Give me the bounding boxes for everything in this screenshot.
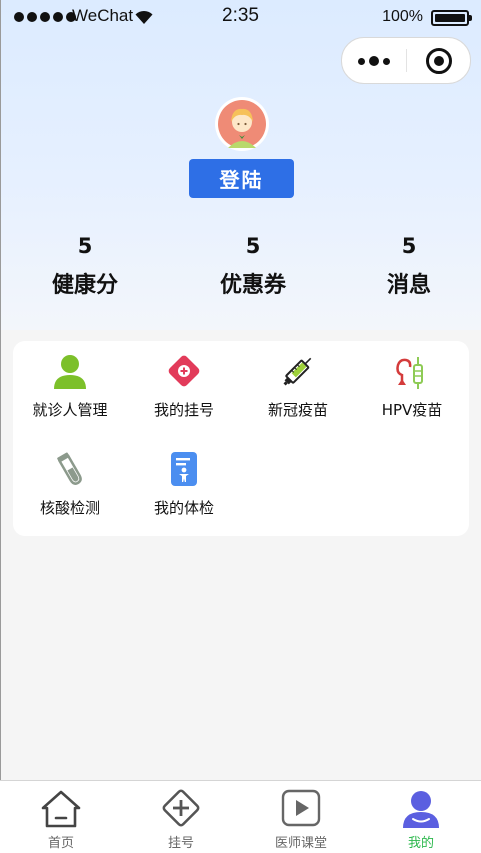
menu-item-label: 核酸检测 bbox=[39, 499, 100, 517]
play-icon bbox=[281, 789, 321, 827]
person-icon bbox=[54, 355, 86, 389]
menu-item-label: 我的挂号 bbox=[153, 401, 214, 419]
stat-value: 5 bbox=[401, 234, 417, 258]
tab-label: 我的 bbox=[407, 836, 434, 851]
menu-item-hpv-vaccine[interactable]: HPV疫苗 bbox=[355, 351, 469, 420]
service-menu-card: 就诊人管理 我的挂号 新冠疫苗 HPV疫苗 核酸检测 我的体检 bbox=[13, 341, 469, 536]
tab-label: 医师课堂 bbox=[274, 836, 327, 851]
miniprogram-capsule bbox=[341, 37, 471, 84]
close-miniprogram-icon[interactable] bbox=[426, 48, 452, 74]
stat-value: 5 bbox=[77, 234, 93, 258]
bottom-tab-bar: 首页 挂号 医师课堂 我的 bbox=[0, 780, 481, 853]
vaccine-icon bbox=[396, 357, 423, 389]
status-bar: WeChat 2:35 100% bbox=[0, 0, 481, 34]
battery-percent: 100% bbox=[382, 8, 423, 25]
menu-item-patient-management[interactable]: 就诊人管理 bbox=[13, 351, 127, 420]
stat-messages[interactable]: 5 消息 bbox=[349, 232, 469, 300]
stat-label: 健康分 bbox=[51, 273, 118, 298]
tab-mine[interactable]: 我的 bbox=[361, 781, 481, 853]
menu-item-nucleic-acid-test[interactable]: 核酸检测 bbox=[13, 449, 127, 518]
tab-home[interactable]: 首页 bbox=[1, 781, 121, 853]
register-icon bbox=[162, 789, 200, 827]
stat-health-points[interactable]: 5 健康分 bbox=[25, 232, 145, 300]
menu-item-label: HPV疫苗 bbox=[381, 401, 443, 419]
avatar[interactable] bbox=[214, 96, 270, 152]
tab-register[interactable]: 挂号 bbox=[121, 781, 241, 853]
home-icon bbox=[41, 790, 81, 828]
stat-label: 消息 bbox=[386, 273, 431, 298]
stat-label: 优惠券 bbox=[219, 273, 286, 298]
medical-cross-icon bbox=[168, 355, 200, 387]
checkup-report-icon bbox=[171, 452, 197, 486]
battery-icon bbox=[431, 10, 472, 26]
menu-item-my-checkup[interactable]: 我的体检 bbox=[127, 449, 241, 518]
menu-item-label: 我的体检 bbox=[153, 499, 214, 517]
user-icon bbox=[403, 791, 439, 828]
stat-coupons[interactable]: 5 优惠券 bbox=[193, 232, 313, 300]
window-edge bbox=[0, 0, 1, 852]
menu-item-my-registration[interactable]: 我的挂号 bbox=[127, 351, 241, 420]
syringe-icon bbox=[283, 357, 312, 386]
menu-item-covid-vaccine[interactable]: 新冠疫苗 bbox=[241, 351, 355, 420]
test-tube-icon bbox=[57, 452, 82, 485]
tab-label: 首页 bbox=[47, 836, 74, 851]
menu-item-label: 新冠疫苗 bbox=[267, 401, 328, 419]
tab-doctor-class[interactable]: 医师课堂 bbox=[241, 781, 361, 853]
tab-label: 挂号 bbox=[167, 836, 194, 851]
stat-value: 5 bbox=[245, 234, 261, 258]
menu-item-label: 就诊人管理 bbox=[32, 401, 108, 419]
more-options-icon[interactable] bbox=[358, 56, 390, 66]
login-button[interactable]: 登陆 bbox=[189, 159, 294, 198]
capsule-divider bbox=[406, 49, 407, 72]
